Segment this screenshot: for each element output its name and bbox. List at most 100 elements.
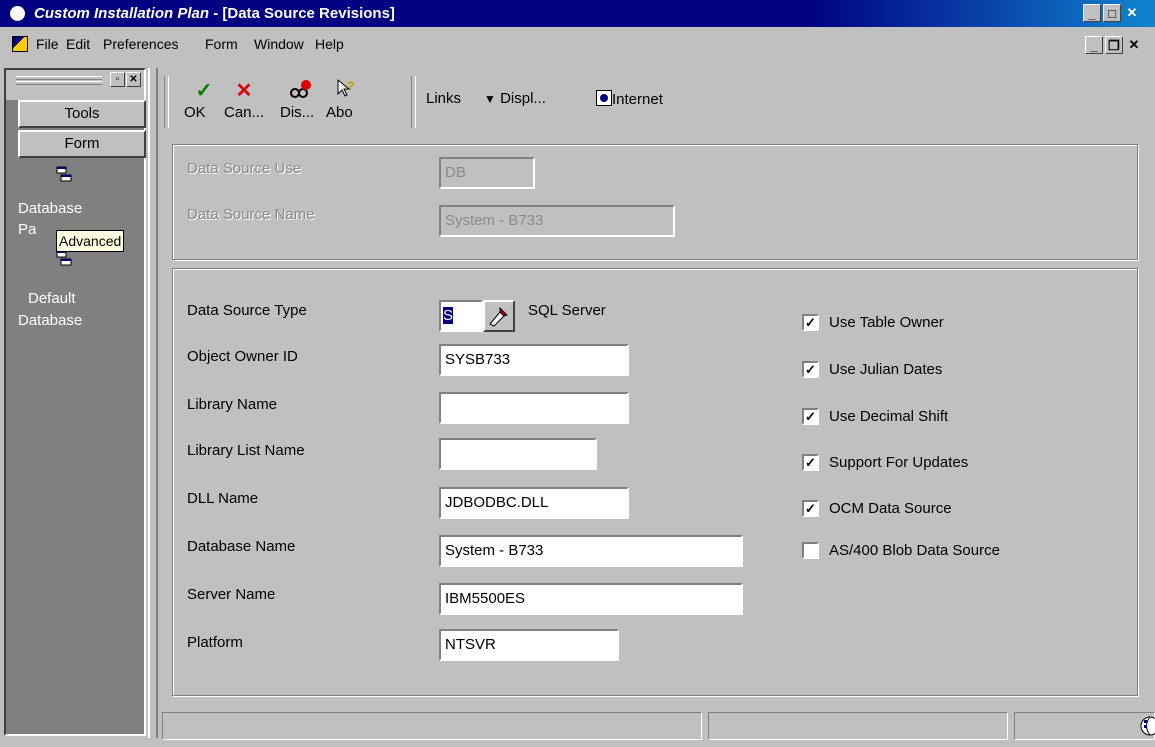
data-source-type-description: SQL Server (528, 302, 606, 319)
tooltip: Advanced (56, 230, 125, 252)
use-decimal-shift-checkbox[interactable]: ✓ Use Decimal Shift (802, 408, 948, 425)
about-label: Abo (326, 104, 353, 121)
internet-icon (596, 90, 612, 106)
support-for-updates-checkbox[interactable]: ✓ Support For Updates (802, 454, 968, 471)
links-menu[interactable]: Links (426, 90, 461, 107)
ocm-data-source-checkbox[interactable]: ✓ OCM Data Source (802, 500, 952, 517)
library-list-name-label: Library List Name (187, 442, 305, 459)
checkbox-box[interactable]: ✓ (802, 454, 819, 471)
flashlight-icon (489, 306, 508, 327)
mdi-close-button[interactable]: ✕ (1125, 36, 1143, 54)
menu-preferences[interactable]: Preferences (103, 36, 178, 52)
library-name-field[interactable] (439, 392, 629, 424)
down-arrow-icon: ▼ (484, 92, 496, 106)
internet-link[interactable]: Internet (596, 90, 663, 108)
data-source-use-field: DB (439, 157, 535, 189)
mdi-restore-button[interactable]: ❐ (1105, 36, 1123, 54)
splitter[interactable] (148, 68, 158, 738)
exit-bar-header: ▫ ✕ (6, 70, 144, 100)
data-source-use-label: Data Source Use (187, 160, 302, 177)
internet-label: Internet (612, 91, 663, 108)
server-name-field[interactable]: IBM5500ES (439, 583, 743, 615)
panel-close-button[interactable]: ✕ (126, 72, 141, 87)
checkbox-box[interactable]: ✓ (802, 361, 819, 378)
checkbox-label: Support For Updates (829, 454, 969, 471)
app-icon[interactable] (10, 6, 25, 21)
database-icon[interactable] (56, 166, 72, 184)
cancel-label: Can... (224, 104, 265, 121)
form-button[interactable]: Form (18, 130, 146, 158)
platform-field[interactable]: NTSVR (439, 629, 619, 661)
database-icon[interactable] (56, 250, 72, 268)
tools-button[interactable]: Tools (18, 100, 146, 128)
data-source-type-label: Data Source Type (187, 302, 307, 319)
doc-title: - [Data Source Revisions] (209, 5, 395, 22)
close-button[interactable]: ✕ (1123, 4, 1141, 22)
cancel-button[interactable]: ✕ Can... (224, 78, 264, 128)
exit-bar: ▫ ✕ Tools Form Database Pa Default Datab… (4, 68, 146, 736)
data-source-type-field[interactable]: S (439, 300, 483, 332)
data-source-header-group (172, 144, 1138, 260)
menu-bar: File Edit Preferences Form Window Help _… (0, 36, 1155, 64)
checkmark-icon: ✓ (195, 80, 213, 102)
use-table-owner-checkbox[interactable]: ✓ Use Table Owner (802, 314, 944, 331)
use-julian-dates-checkbox[interactable]: ✓ Use Julian Dates (802, 361, 942, 378)
globe-icon (1140, 716, 1155, 736)
checkbox-box[interactable]: ✓ (802, 314, 819, 331)
checkbox-box[interactable] (802, 542, 819, 559)
server-name-label: Server Name (187, 586, 276, 603)
window-title: Custom Installation Plan - [Data Source … (34, 5, 395, 22)
database-name-field[interactable]: System - B733 (439, 535, 743, 567)
display-menu[interactable]: ▼ Displ... (484, 90, 546, 107)
maximize-button[interactable]: □ (1103, 4, 1121, 22)
database-name-label: Database Name (187, 538, 296, 555)
checkbox-box[interactable]: ✓ (802, 408, 819, 425)
library-list-name-field[interactable] (439, 438, 597, 470)
display-label: Dis... (280, 104, 315, 121)
display-button[interactable]: Dis... (280, 78, 320, 128)
mdi-controls: _ ❐ ✕ (1085, 36, 1143, 54)
menu-window[interactable]: Window (254, 36, 304, 52)
data-source-details-group (172, 268, 1138, 696)
dll-name-field[interactable]: JDBODBC.DLL (439, 487, 629, 519)
minimize-button[interactable]: _ (1083, 4, 1101, 22)
as400-blob-data-source-checkbox[interactable]: AS/400 Blob Data Source (802, 542, 1000, 559)
app-title: Custom Installation Plan (34, 5, 210, 22)
glasses-icon (280, 78, 320, 104)
exit-database[interactable]: Database (18, 200, 156, 217)
dll-name-label: DLL Name (187, 490, 259, 507)
checkbox-label: Use Decimal Shift (829, 408, 949, 425)
title-bar: Custom Installation Plan - [Data Source … (0, 0, 1155, 27)
object-owner-id-field[interactable]: SYSB733 (439, 344, 629, 376)
visual-assist-button[interactable] (483, 300, 515, 332)
menu-file[interactable]: File (36, 36, 59, 52)
ok-label: OK (184, 104, 206, 121)
platform-label: Platform (187, 634, 243, 651)
menu-help[interactable]: Help (315, 36, 344, 52)
toolbar-separator (164, 76, 169, 128)
help-pointer-icon: ? (326, 78, 366, 104)
toolbar: ✓ OK ✕ Can... Dis... ? Abo Links ▼ Displ… (162, 72, 1155, 132)
document-icon[interactable] (12, 36, 28, 52)
checkbox-label: AS/400 Blob Data Source (829, 542, 1000, 559)
checkbox-box[interactable]: ✓ (802, 500, 819, 517)
checkbox-label: Use Julian Dates (829, 361, 943, 378)
menu-form[interactable]: Form (205, 36, 238, 52)
data-source-name-label: Data Source Name (187, 206, 315, 223)
mdi-minimize-button[interactable]: _ (1085, 36, 1103, 54)
menu-edit[interactable]: Edit (66, 36, 90, 52)
ok-button[interactable]: ✓ OK (184, 78, 224, 128)
checkbox-label: Use Table Owner (829, 314, 944, 331)
window-controls: _ □ ✕ (1083, 4, 1141, 22)
panel-restore-button[interactable]: ▫ (110, 72, 125, 87)
grip[interactable] (16, 76, 102, 80)
toolbar-separator (411, 76, 416, 128)
display-menu-label: Displ... (500, 90, 546, 107)
exit-default-database-2[interactable]: Database (18, 312, 156, 329)
status-pane (162, 712, 702, 740)
grip[interactable] (16, 81, 102, 85)
exit-default-database[interactable]: Default (28, 290, 166, 307)
object-owner-id-label: Object Owner ID (187, 348, 298, 365)
about-button[interactable]: ? Abo (326, 78, 366, 128)
status-pane (1014, 712, 1155, 740)
